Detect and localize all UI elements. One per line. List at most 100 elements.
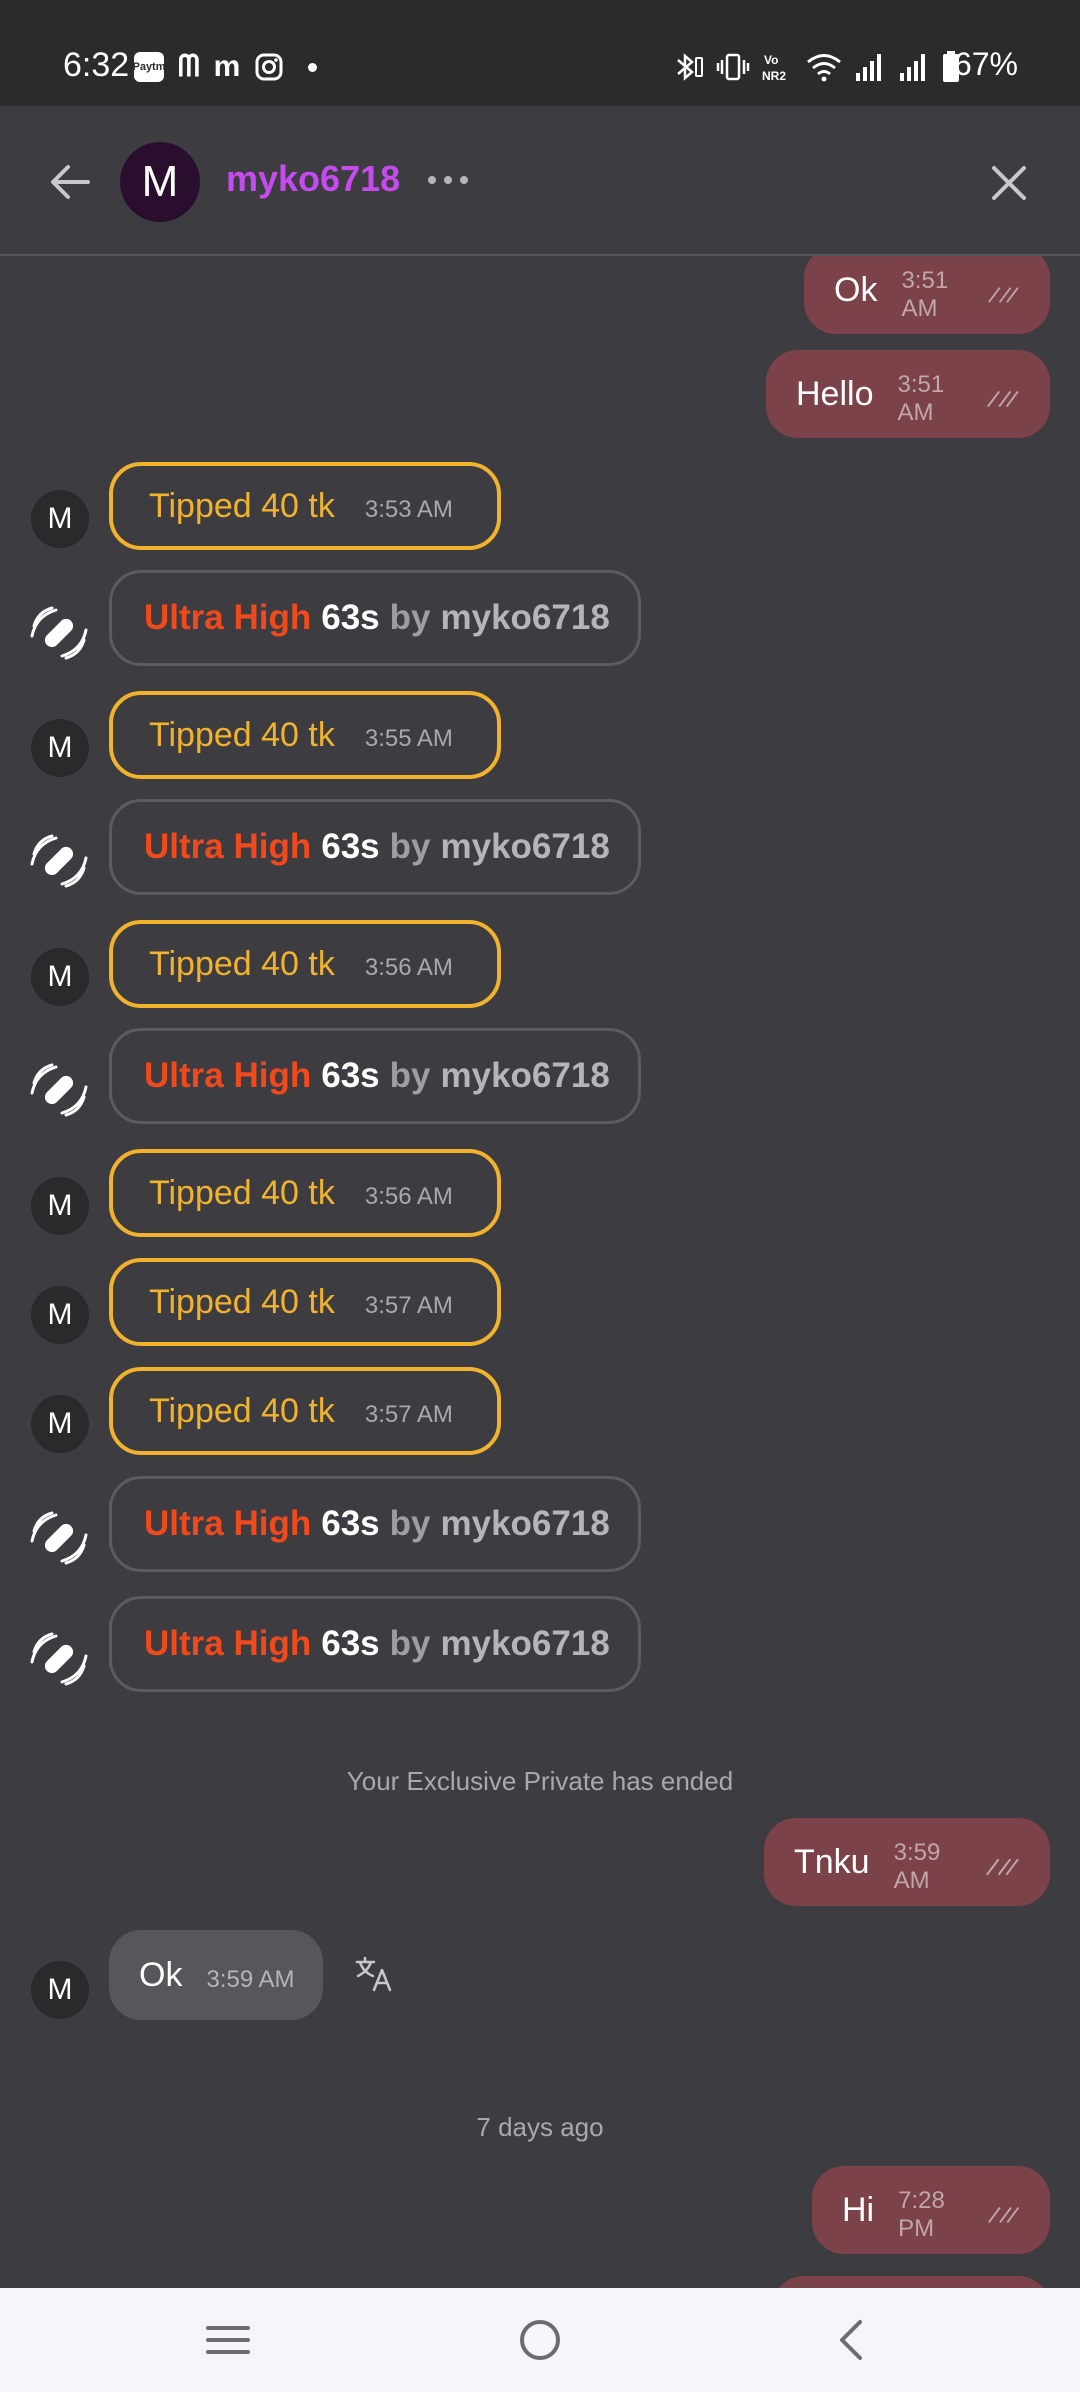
toy-duration: 63s — [321, 1056, 380, 1095]
message-time: 3:55 AM — [364, 725, 453, 752]
toy-level: Ultra High — [144, 1056, 312, 1095]
toy-duration: 63s — [321, 1504, 380, 1543]
tip-message[interactable]: Tipped 40 tk 3:56 AM — [109, 920, 501, 1008]
toy-level: Ultra High — [144, 827, 312, 866]
bluetooth-icon — [677, 53, 703, 81]
message-text: Hi — [842, 2190, 875, 2229]
avatar[interactable]: M — [31, 490, 89, 548]
toy-user: myko6718 — [440, 1056, 610, 1095]
toy-duration: 63s — [321, 827, 380, 866]
vibrating-toy-icon — [30, 1063, 88, 1117]
instagram-icon — [255, 53, 283, 81]
tip-text: Tipped 40 tk — [149, 1282, 335, 1321]
incoming-message[interactable]: Ok 3:59 AM — [109, 1930, 323, 2020]
m-app-icon-2: m — [213, 50, 241, 83]
more-options-icon[interactable] — [424, 160, 474, 200]
message-time: 3:51 AM — [901, 267, 949, 322]
recent-apps-icon[interactable] — [198, 2314, 258, 2366]
more-notifications-dot — [308, 62, 318, 72]
back-button[interactable] — [44, 156, 96, 208]
home-icon[interactable] — [510, 2314, 570, 2366]
read-ticks-icon — [986, 1858, 1019, 1876]
volte-icon: Vo NR2 — [762, 53, 786, 83]
date-separator: 7 days ago — [476, 2112, 604, 2142]
outgoing-message[interactable]: Hello 3:51 AM — [766, 350, 1050, 438]
toy-level: Ultra High — [144, 1504, 312, 1543]
toy-duration: 63s — [321, 1624, 380, 1663]
avatar[interactable]: M — [31, 1961, 89, 2019]
vibrate-icon — [716, 53, 750, 81]
toy-activation-message[interactable]: Ultra High 63s by myko6718 — [109, 1028, 641, 1124]
read-ticks-icon — [988, 287, 1019, 303]
avatar[interactable]: M — [31, 1177, 89, 1235]
toy-activation-message[interactable]: Ultra High 63s by myko6718 — [109, 1596, 641, 1692]
toy-by-label: by — [389, 1504, 431, 1543]
tip-message[interactable]: Tipped 40 tk 3:53 AM — [109, 462, 501, 550]
message-time: 3:51 AM — [897, 371, 945, 426]
back-nav-icon[interactable] — [822, 2314, 882, 2366]
read-ticks-icon — [987, 390, 1019, 408]
message-time: 3:57 AM — [364, 1292, 453, 1319]
toy-level: Ultra High — [144, 1624, 312, 1663]
signal-icon-2 — [900, 54, 925, 81]
outgoing-message[interactable]: Hi 7:28 PM — [812, 2166, 1050, 2254]
toy-level: Ultra High — [144, 598, 312, 637]
toy-user: myko6718 — [440, 827, 610, 866]
signal-icon-1 — [856, 54, 881, 81]
message-list[interactable]: Ok 3:51 AM Hello 3:51 AM M Tipped 40 tk … — [0, 256, 1080, 2288]
tip-message[interactable]: Tipped 40 tk 3:57 AM — [109, 1367, 501, 1455]
battery-percent: 67% — [953, 46, 1018, 82]
paytm-icon: Paytm — [132, 52, 166, 82]
toy-user: myko6718 — [440, 598, 610, 637]
vibrating-toy-icon — [30, 606, 88, 660]
wifi-icon — [807, 54, 841, 82]
read-ticks-icon — [987, 2207, 1019, 2223]
toy-user: myko6718 — [440, 1624, 610, 1663]
status-system-icons: Vo NR2 — [672, 50, 960, 84]
vibrating-toy-icon — [30, 1632, 88, 1686]
tip-message[interactable]: Tipped 40 tk 3:56 AM — [109, 1149, 501, 1237]
toy-activation-message[interactable]: Ultra High 63s by myko6718 — [109, 570, 641, 666]
avatar[interactable]: M — [31, 719, 89, 777]
message-time: 3:56 AM — [364, 954, 453, 981]
avatar[interactable]: M — [31, 948, 89, 1006]
status-time: 6:32 — [63, 46, 130, 84]
tip-message[interactable]: Tipped 40 tk 3:55 AM — [109, 691, 501, 779]
outgoing-message[interactable]: Ok 3:51 AM — [804, 256, 1050, 334]
tip-text: Tipped 40 tk — [149, 1391, 335, 1430]
tip-text: Tipped 40 tk — [149, 1173, 335, 1212]
message-time: 7:28 PM — [898, 2187, 945, 2242]
message-text: Hello — [796, 374, 874, 413]
system-navigation-bar — [0, 2288, 1080, 2392]
message-text: Ok — [139, 1955, 183, 1994]
vibrating-toy-icon — [30, 1511, 88, 1565]
toy-by-label: by — [389, 1624, 431, 1663]
toy-by-label: by — [389, 827, 431, 866]
outgoing-message[interactable]: Tnku 3:59 AM — [764, 1818, 1050, 1906]
avatar[interactable]: M — [31, 1395, 89, 1453]
status-notification-icons: Paytm ᗰ m — [132, 50, 318, 84]
chat-username[interactable]: myko6718 — [226, 158, 400, 200]
vibrating-toy-icon — [30, 834, 88, 888]
tip-message[interactable]: Tipped 40 tk 3:57 AM — [109, 1258, 501, 1346]
avatar[interactable]: M — [120, 142, 200, 222]
avatar[interactable]: M — [31, 1286, 89, 1344]
message-time: 3:56 AM — [364, 1183, 453, 1210]
chat-header: M myko6718 — [0, 106, 1080, 256]
svg-text:Vo: Vo — [764, 53, 778, 67]
tip-text: Tipped 40 tk — [149, 486, 335, 525]
translate-icon[interactable] — [354, 1954, 394, 1994]
system-notice: Your Exclusive Private has ended — [346, 1766, 734, 1796]
toy-activation-message[interactable]: Ultra High 63s by myko6718 — [109, 799, 641, 895]
message-text: Ok — [834, 270, 878, 309]
svg-text:NR2: NR2 — [762, 69, 786, 83]
toy-activation-message[interactable]: Ultra High 63s by myko6718 — [109, 1476, 641, 1572]
toy-by-label: by — [389, 598, 431, 637]
close-icon[interactable] — [988, 162, 1030, 204]
status-bar: 6:32 Paytm ᗰ m Vo NR2 67% — [0, 0, 1080, 106]
outgoing-message-partial[interactable] — [772, 2276, 1050, 2288]
tip-text: Tipped 40 tk — [149, 944, 335, 983]
toy-user: myko6718 — [440, 1504, 610, 1543]
message-time: 3:59 AM — [893, 1839, 941, 1894]
message-time: 3:53 AM — [364, 496, 453, 523]
